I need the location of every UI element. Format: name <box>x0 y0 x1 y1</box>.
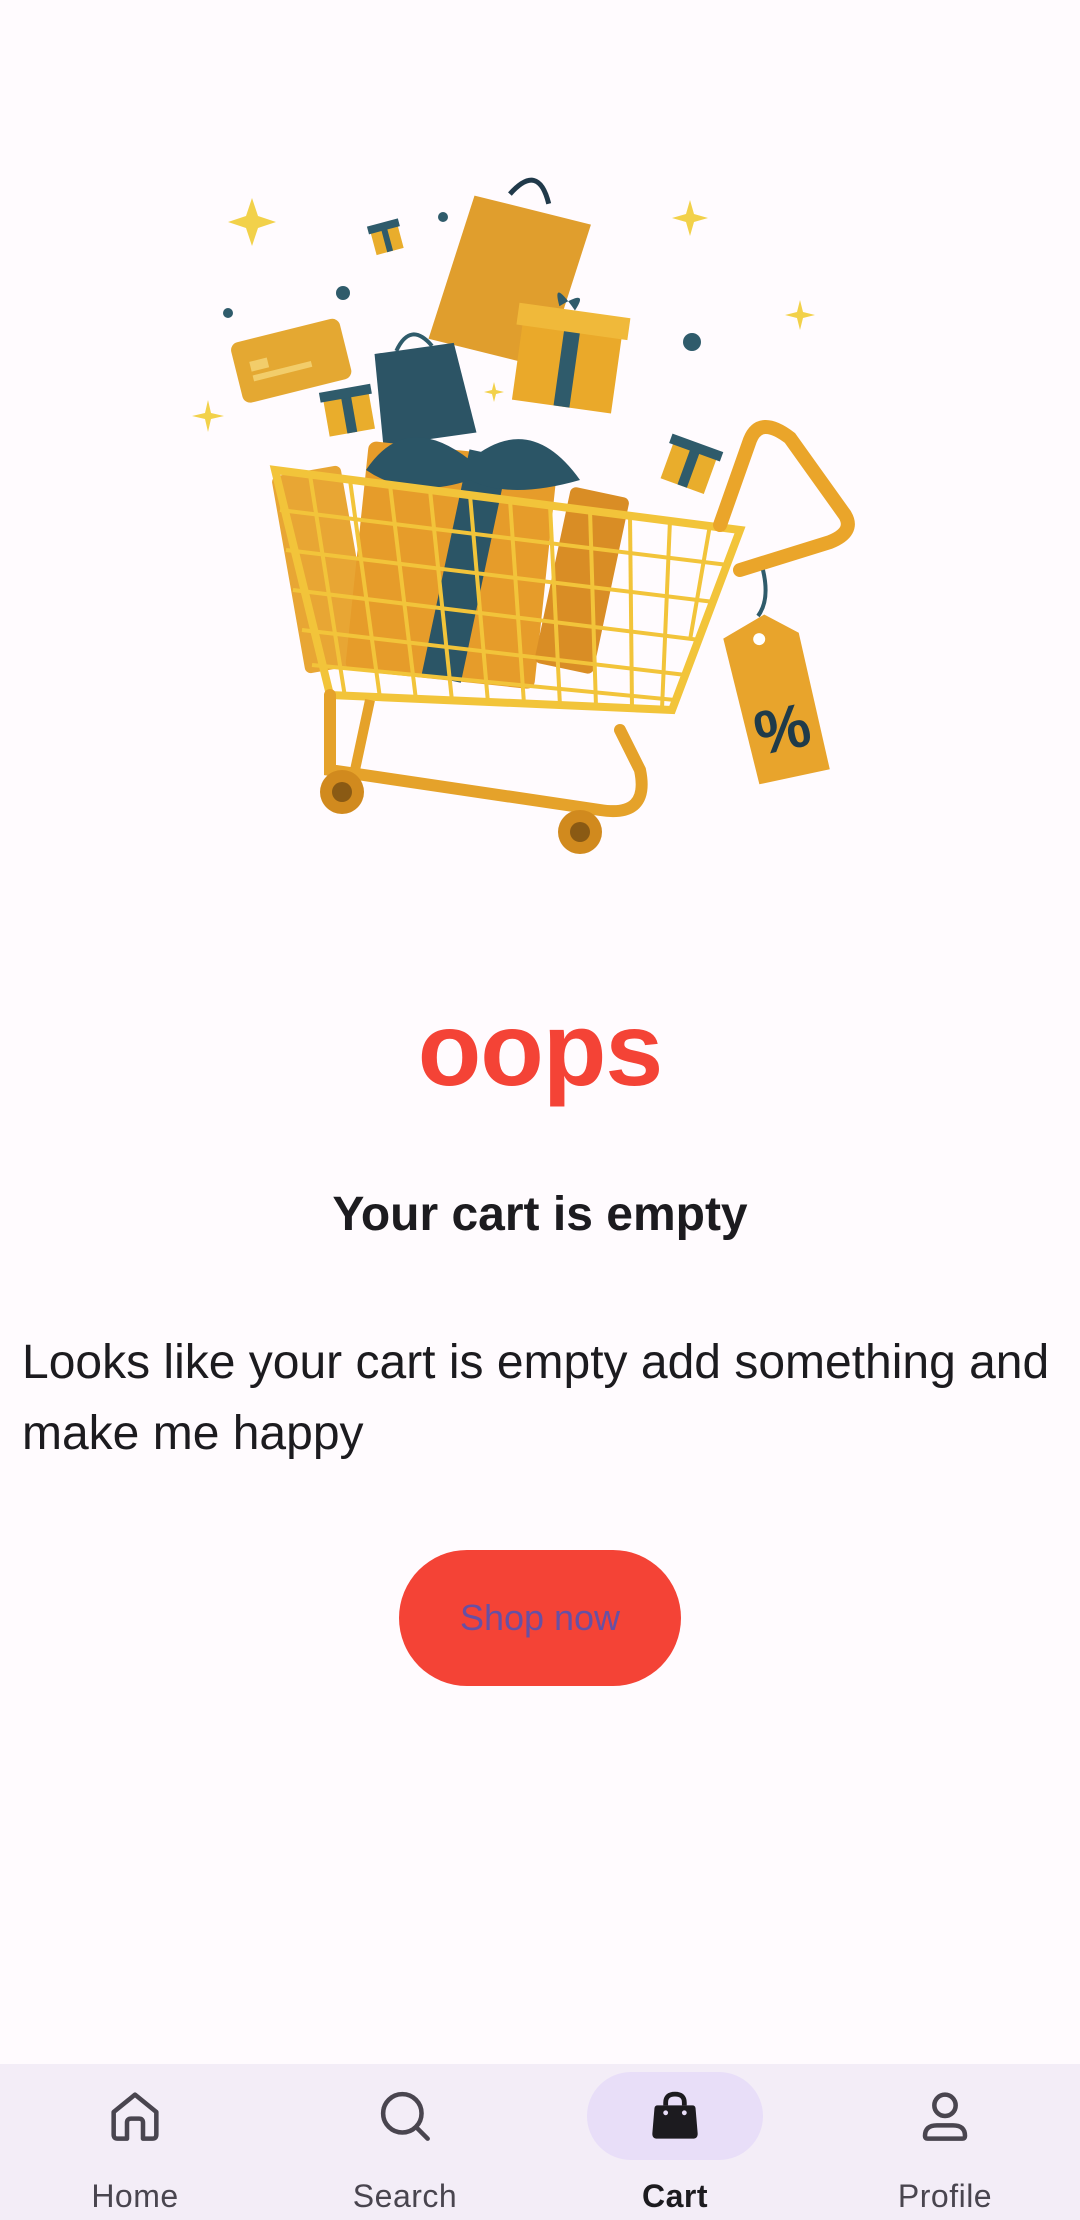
shop-now-button[interactable]: Shop now <box>399 1550 681 1686</box>
nav-indicator <box>857 2072 1033 2160</box>
nav-label-cart: Cart <box>641 2178 708 2214</box>
empty-cart-title: oops <box>417 992 663 1108</box>
empty-cart-illustration: % <box>192 177 855 854</box>
nav-item-search[interactable]: Search <box>270 2064 540 2220</box>
nav-item-home[interactable]: Home <box>0 2064 270 2220</box>
bottom-navigation-bar: Home Search Cart Profile <box>0 2064 1080 2220</box>
empty-cart-subtitle: Your cart is empty <box>332 1188 748 1241</box>
nav-indicator <box>47 2072 223 2160</box>
nav-indicator <box>317 2072 493 2160</box>
nav-label-profile: Profile <box>897 2178 993 2214</box>
home-icon <box>111 2092 159 2141</box>
nav-label-home: Home <box>91 2178 179 2214</box>
nav-label-search: Search <box>352 2178 458 2214</box>
profile-icon <box>922 2092 968 2141</box>
shopping-bag-icon <box>652 2091 698 2139</box>
empty-cart-description: Looks like your cart is empty add someth… <box>22 1336 1050 1460</box>
nav-active-indicator <box>587 2072 763 2160</box>
nav-item-cart[interactable]: Cart <box>540 2064 810 2220</box>
nav-item-profile[interactable]: Profile <box>810 2064 1080 2220</box>
search-icon <box>380 2091 430 2141</box>
